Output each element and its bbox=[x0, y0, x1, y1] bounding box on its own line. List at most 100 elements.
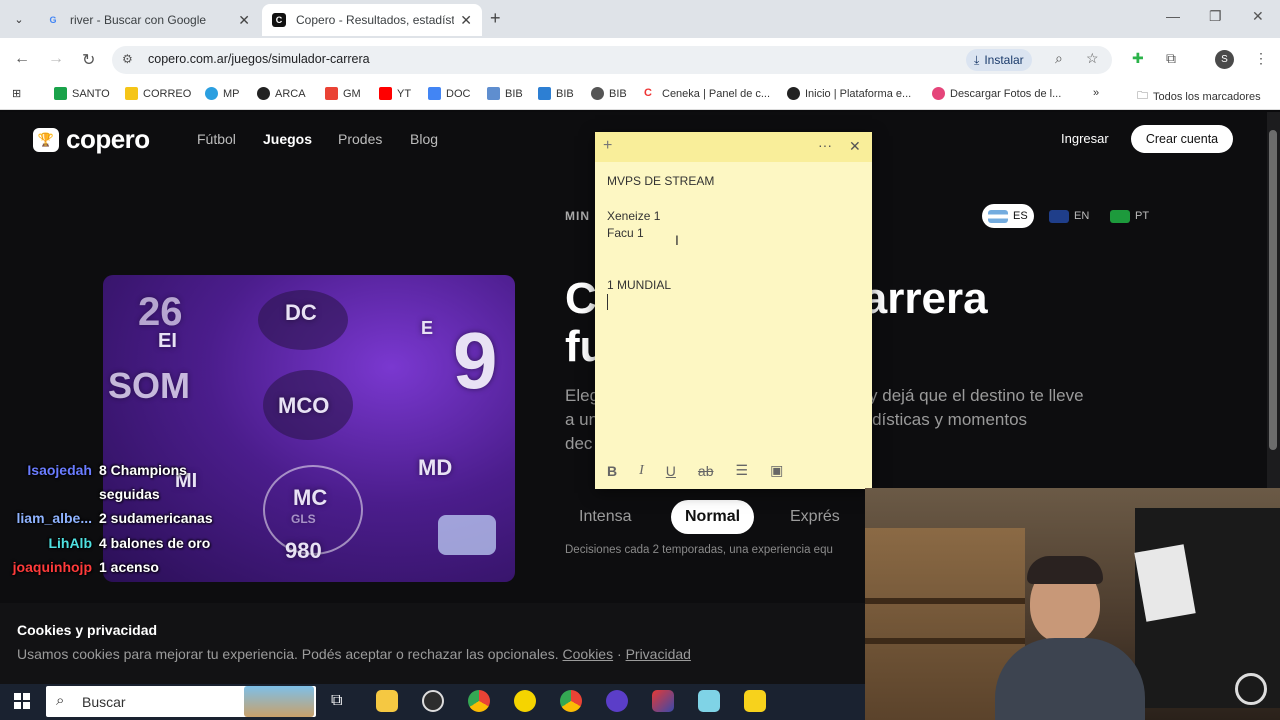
login-link[interactable]: Ingresar bbox=[1061, 131, 1109, 146]
apps-grid-icon[interactable]: ⊞ bbox=[12, 87, 21, 100]
mode-description: Decisiones cada 2 temporadas, una experi… bbox=[565, 544, 833, 556]
cookie-text: Usamos cookies para mejorar tu experienc… bbox=[17, 646, 691, 662]
bookmark-arca[interactable]: ARCA bbox=[257, 87, 306, 100]
url-text[interactable]: copero.com.ar/juegos/simulador-carrera bbox=[148, 52, 370, 66]
file-explorer-icon[interactable] bbox=[376, 690, 398, 712]
bookmark-label: Inicio | Plataforma e... bbox=[805, 87, 912, 100]
signup-button[interactable]: Crear cuenta bbox=[1131, 125, 1233, 153]
app-cyan-icon[interactable] bbox=[698, 690, 720, 712]
tab-google-search[interactable]: G river - Buscar con Google ✕ bbox=[36, 4, 260, 36]
profile-avatar[interactable]: S bbox=[1215, 50, 1234, 69]
bold-icon[interactable]: B bbox=[607, 463, 617, 479]
more-bookmarks-icon[interactable]: » bbox=[1093, 87, 1099, 99]
lang-pt[interactable]: PT bbox=[1104, 204, 1155, 228]
copero-favicon-icon: C bbox=[272, 13, 286, 27]
bullet-list-icon[interactable]: ☰ bbox=[736, 462, 749, 479]
image-icon[interactable]: ▣ bbox=[770, 462, 783, 479]
back-icon[interactable]: ← bbox=[14, 50, 30, 68]
bookmark-icon bbox=[487, 87, 500, 100]
note-line[interactable]: 1 MUNDIAL bbox=[607, 278, 671, 292]
tab-search-icon[interactable]: ⌄ bbox=[8, 8, 30, 30]
bookmark-bib-3[interactable]: BIB bbox=[591, 87, 627, 100]
close-note-icon[interactable]: ✕ bbox=[849, 138, 861, 155]
new-tab-icon[interactable]: + bbox=[490, 8, 501, 29]
all-bookmarks[interactable]: 🗀 Todos los marcadores bbox=[1137, 87, 1261, 106]
task-view-icon[interactable]: ⧉ bbox=[331, 692, 342, 710]
minimize-icon[interactable]: — bbox=[1166, 8, 1180, 24]
close-tab-icon[interactable]: ✕ bbox=[238, 12, 250, 29]
maximize-icon[interactable]: ❐ bbox=[1209, 8, 1222, 25]
bookmark-label: MP bbox=[223, 87, 240, 100]
nav-futbol[interactable]: Fútbol bbox=[197, 131, 236, 147]
tab-copero[interactable]: C Copero - Resultados, estadísti... ✕ bbox=[262, 4, 482, 36]
add-note-icon[interactable]: + bbox=[603, 137, 612, 155]
site-info-icon[interactable]: ⚙ bbox=[122, 52, 133, 66]
strikethrough-icon[interactable]: ab bbox=[698, 463, 714, 479]
forward-icon[interactable]: → bbox=[48, 50, 64, 68]
lang-es[interactable]: ES bbox=[982, 204, 1034, 228]
italic-icon[interactable]: I bbox=[639, 463, 644, 479]
bookmark-icon bbox=[125, 87, 138, 100]
reload-icon[interactable]: ↻ bbox=[82, 50, 95, 70]
bookmark-santo[interactable]: SANTO bbox=[54, 87, 110, 100]
chat-message: 2 sudamericanas bbox=[99, 510, 213, 526]
underline-icon[interactable]: U bbox=[666, 463, 676, 479]
sticky-note[interactable]: + ··· ✕ MVPS DE STREAM Xeneize 1 Facu 1 … bbox=[595, 132, 872, 489]
bookmark-gm[interactable]: GM bbox=[325, 87, 361, 100]
app-red-blue-icon[interactable] bbox=[652, 690, 674, 712]
install-button[interactable]: ⤓ Instalar bbox=[966, 49, 1032, 71]
app-yellow-icon[interactable] bbox=[514, 690, 536, 712]
app-purple-icon[interactable] bbox=[606, 690, 628, 712]
site-logo[interactable]: copero bbox=[66, 124, 150, 155]
zoom-icon[interactable]: ⌕ bbox=[1055, 50, 1063, 67]
extension-green-icon[interactable]: ✚ bbox=[1132, 50, 1144, 67]
lang-en[interactable]: EN bbox=[1043, 204, 1095, 228]
bookmark-yt[interactable]: YT bbox=[379, 87, 411, 100]
sticky-notes-icon[interactable] bbox=[744, 690, 766, 712]
position-label: MD bbox=[418, 455, 453, 480]
webcam-overlay bbox=[865, 488, 1280, 720]
bookmark-label: BIB bbox=[609, 87, 627, 100]
more-options-icon[interactable]: ··· bbox=[818, 137, 832, 153]
sticky-note-titlebar[interactable]: + ··· ✕ bbox=[595, 132, 872, 162]
bookmark-bib-1[interactable]: BIB bbox=[487, 87, 523, 100]
note-line[interactable]: Facu 1 bbox=[607, 226, 644, 240]
uk-flag-icon bbox=[1049, 209, 1069, 223]
chat-user: Isaojedah bbox=[27, 462, 92, 478]
close-window-icon[interactable]: ✕ bbox=[1252, 8, 1264, 25]
bookmark-star-icon[interactable]: ☆ bbox=[1086, 50, 1099, 67]
bookmark-icon bbox=[932, 87, 945, 100]
chat-user: liam_albe... bbox=[16, 510, 92, 526]
windows-start-icon[interactable] bbox=[14, 693, 30, 709]
bookmark-correo[interactable]: CORREO bbox=[125, 87, 191, 100]
nav-blog[interactable]: Blog bbox=[410, 131, 438, 147]
bookmark-bib-2[interactable]: BIB bbox=[538, 87, 574, 100]
lang-label: PT bbox=[1135, 210, 1150, 222]
scrollbar-thumb[interactable] bbox=[1269, 130, 1277, 450]
chrome-icon[interactable] bbox=[560, 690, 582, 712]
copero-logo-icon[interactable]: 🏆 bbox=[33, 128, 59, 152]
cookies-link[interactable]: Cookies bbox=[563, 646, 614, 662]
mode-normal[interactable]: Normal bbox=[671, 500, 755, 534]
shelf bbox=[865, 638, 1025, 644]
mode-intensa[interactable]: Intensa bbox=[565, 500, 645, 534]
section-label: MIN bbox=[565, 209, 590, 223]
chrome-icon[interactable] bbox=[468, 690, 490, 712]
bookmark-mp[interactable]: MP bbox=[205, 87, 240, 100]
bookmark-plataforma[interactable]: Inicio | Plataforma e... bbox=[787, 87, 911, 100]
mode-expres[interactable]: Exprés bbox=[776, 500, 854, 534]
bookmark-ceneka[interactable]: C Ceneka | Panel de c... bbox=[644, 87, 770, 100]
nav-prodes[interactable]: Prodes bbox=[338, 131, 382, 147]
bookmark-fotos[interactable]: Descargar Fotos de l... bbox=[932, 87, 1061, 100]
close-tab-icon[interactable]: ✕ bbox=[460, 12, 472, 29]
nav-juegos[interactable]: Juegos bbox=[263, 131, 312, 147]
privacy-link[interactable]: Privacidad bbox=[626, 646, 691, 662]
note-line[interactable]: Xeneize 1 bbox=[607, 209, 660, 223]
clock-app-icon[interactable] bbox=[422, 690, 444, 712]
install-icon: ⤓ bbox=[974, 52, 980, 67]
bookmark-doc[interactable]: DOC bbox=[428, 87, 470, 100]
extensions-puzzle-icon[interactable]: ⧉ bbox=[1166, 50, 1176, 67]
menu-kebab-icon[interactable]: ⋮ bbox=[1254, 50, 1268, 67]
note-line[interactable]: MVPS DE STREAM bbox=[607, 174, 714, 188]
search-icon: ⌕ bbox=[56, 692, 65, 709]
